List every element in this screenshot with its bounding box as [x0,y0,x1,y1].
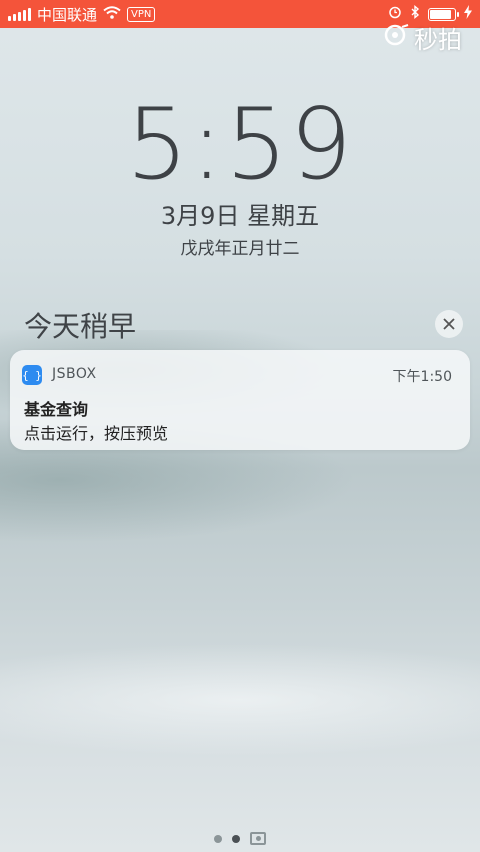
close-icon [443,315,455,334]
wifi-icon [103,5,121,23]
notification-body: 点击运行，按压预览 [24,424,169,443]
lockscreen-lunar-date: 戊戌年正月廿二 [180,239,300,259]
charging-icon [464,5,472,23]
watermark: 秒拍 [384,20,462,55]
lockscreen-date: 3月9日 星期五 [160,202,320,230]
notifications-section-title: 今天稍早 [24,310,137,343]
signal-icon [8,7,31,21]
battery-icon [428,7,459,21]
wallpaper-fog [0,600,480,800]
camera-icon[interactable] [250,832,266,845]
lockscreen-time: 5:59 [125,88,355,202]
page-dot [214,834,222,843]
notification-time: 下午1:50 [392,369,452,385]
notification-app-name: JSBOX [52,366,97,382]
watermark-logo-icon [384,23,410,52]
notification-title: 基金查询 [24,400,89,419]
notification-card[interactable]: { } JSBOX 下午1:50 基金查询 点击运行，按压预览 [10,350,470,450]
watermark-text: 秒拍 [414,26,462,54]
clear-notifications-button[interactable] [435,310,463,338]
carrier-label: 中国联通 [37,5,98,24]
wallpaper-hill [0,420,480,620]
page-indicator [0,832,480,845]
jsbox-app-icon: { } [22,365,42,385]
vpn-badge: VPN [127,6,156,22]
page-dot-active [232,834,240,843]
